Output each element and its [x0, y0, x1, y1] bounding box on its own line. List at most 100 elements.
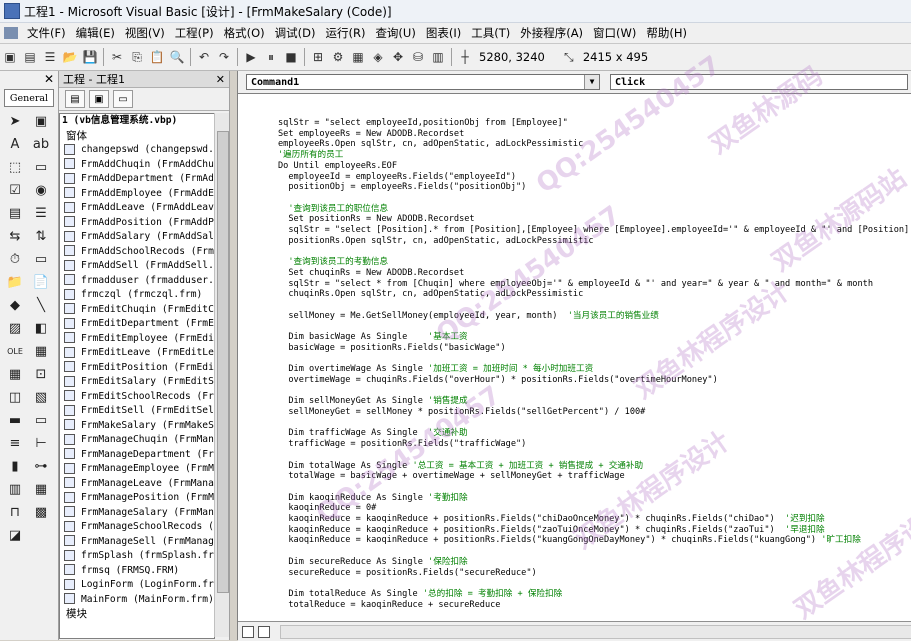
tree-form-item[interactable]: changepswd (changepswd.f	[60, 143, 214, 158]
menu-diagram[interactable]: 图表(I)	[421, 25, 466, 41]
tree-form-item[interactable]: FrmAddPosition (FrmAddPo	[60, 216, 214, 231]
tree-form-item[interactable]: FrmManageLeave (FrmManag	[60, 477, 214, 492]
tree-form-item[interactable]: FrmAddSell (FrmAddSell.f	[60, 259, 214, 274]
code-window-icon[interactable]	[4, 27, 18, 39]
slider-icon[interactable]: ⊶	[30, 456, 52, 476]
dirlist-icon[interactable]: 📁	[4, 272, 26, 292]
listview-icon[interactable]: ≡	[4, 433, 26, 453]
object-combo[interactable]: Command1 ▼	[246, 74, 600, 90]
end-icon[interactable]: ■	[282, 48, 300, 66]
tree-form-item[interactable]: FrmManageDepartment (Frm	[60, 448, 214, 463]
menu-format[interactable]: 格式(O)	[219, 25, 270, 41]
tree-form-item[interactable]: FrmEditDepartment (FrmEd	[60, 317, 214, 332]
paste-icon[interactable]: 📋	[148, 48, 166, 66]
ole-icon[interactable]: OLE	[4, 341, 26, 361]
view-code-icon[interactable]: ▤	[65, 90, 85, 108]
modules-folder[interactable]: 模块	[60, 607, 214, 622]
tree-form-item[interactable]: FrmManageSchoolRecods (F	[60, 520, 214, 535]
redo-icon[interactable]: ↷	[215, 48, 233, 66]
forms-folder[interactable]: 窗体	[60, 129, 214, 144]
toolbox-icon[interactable]: ✥	[389, 48, 407, 66]
project-root[interactable]: 1 (vb信息管理系统.vbp)	[60, 114, 214, 129]
status-icon[interactable]: ▭	[30, 410, 52, 430]
tree-form-item[interactable]: FrmEditChuqin (FrmEditCh	[60, 303, 214, 318]
procedure-view-icon[interactable]	[242, 625, 254, 638]
tree-form-item[interactable]: FrmAddLeave (FrmAddLeave	[60, 201, 214, 216]
data-icon[interactable]: ◧	[30, 318, 52, 338]
tree-form-item[interactable]: FrmAddSalary (FrmAddSala	[60, 230, 214, 245]
datagrid-icon[interactable]: ▦	[30, 479, 52, 499]
tree-form-item[interactable]: FrmEditSchoolRecods (Frm	[60, 390, 214, 405]
tree-form-item[interactable]: FrmEditLeave (FrmEditLea	[60, 346, 214, 361]
full-module-view-icon[interactable]	[257, 625, 270, 638]
tree-form-item[interactable]: FrmManageChuqin (FrmMana	[60, 433, 214, 448]
code-editor[interactable]: sqlStr = "select employeeId,positionObj …	[238, 93, 911, 621]
progress-icon[interactable]: ▮	[4, 456, 26, 476]
commandbutton-icon[interactable]: ▭	[30, 157, 52, 177]
cut-icon[interactable]: ✂	[108, 48, 126, 66]
picturebox-icon[interactable]: ▣	[30, 111, 52, 131]
menu-editor-icon[interactable]: ☰	[41, 48, 59, 66]
add-project-icon[interactable]: ▣	[1, 48, 19, 66]
label-icon[interactable]: A	[4, 134, 26, 154]
drivelist-icon[interactable]: ▭	[30, 249, 52, 269]
combobox-icon[interactable]: ▤	[4, 203, 26, 223]
tabstrip-icon[interactable]: ⊓	[4, 502, 26, 522]
flexgrid-icon[interactable]: ▥	[4, 479, 26, 499]
tree-form-item[interactable]: FrmManageSalary (FrmMana	[60, 506, 214, 521]
tree-form-item[interactable]: FrmManageSell (FrmManage	[60, 535, 214, 550]
tree-form-item[interactable]: FrmEditPosition (FrmEdit	[60, 361, 214, 376]
hscrollbar-icon[interactable]: ⇆	[4, 226, 26, 246]
chart-icon[interactable]: ◫	[4, 387, 26, 407]
undo-icon[interactable]: ↶	[195, 48, 213, 66]
image-icon[interactable]: ▨	[4, 318, 26, 338]
menu-file[interactable]: 文件(F)	[22, 25, 71, 41]
tree-form-item[interactable]: FrmEditSalary (FrmEditSa	[60, 375, 214, 390]
vscrollbar-icon[interactable]: ⇅	[30, 226, 52, 246]
optionbutton-icon[interactable]: ◉	[30, 180, 52, 200]
menu-project[interactable]: 工程(P)	[170, 25, 219, 41]
menu-tools[interactable]: 工具(T)	[466, 25, 515, 41]
close-icon[interactable]: ✕	[216, 73, 225, 86]
tree-form-item[interactable]: MainForm (MainForm.frm)	[60, 593, 214, 608]
find-icon[interactable]: 🔍	[168, 48, 186, 66]
menu-addins[interactable]: 外接程序(A)	[515, 25, 588, 41]
tree-form-item[interactable]: FrmManagePosition (FrmMa	[60, 491, 214, 506]
listbox-icon[interactable]: ☰	[30, 203, 52, 223]
menu-run[interactable]: 运行(R)	[320, 25, 370, 41]
checkbox-icon[interactable]: ☑	[4, 180, 26, 200]
imagelist-icon[interactable]: ▩	[30, 502, 52, 522]
component-manager-icon[interactable]: ▥	[429, 48, 447, 66]
frame-icon[interactable]: ⬚	[4, 157, 26, 177]
tree-form-item[interactable]: FrmAddEmployee (FrmAddEm	[60, 187, 214, 202]
filelist-icon[interactable]: 📄	[30, 272, 52, 292]
tree-form-item[interactable]: FrmAddDepartment (FrmAdd	[60, 172, 214, 187]
object-browser-icon[interactable]: ◈	[369, 48, 387, 66]
form-layout-icon[interactable]: ▦	[349, 48, 367, 66]
tree-form-item[interactable]: LoginForm (LoginForm.frm	[60, 578, 214, 593]
scrollbar-thumb[interactable]	[217, 131, 229, 593]
break-icon[interactable]: ⏸	[262, 48, 280, 66]
tree-form-item[interactable]: FrmEditSell (FrmEditSell	[60, 404, 214, 419]
line-icon[interactable]: ╲	[30, 295, 52, 315]
start-icon[interactable]: ▶	[242, 48, 260, 66]
menu-edit[interactable]: 编辑(E)	[71, 25, 120, 41]
chevron-down-icon[interactable]: ▼	[584, 75, 599, 89]
tree-form-item[interactable]: frmadduser (frmadduser.f	[60, 274, 214, 289]
menu-query[interactable]: 查询(U)	[370, 25, 420, 41]
textbox-icon[interactable]: ab	[30, 134, 52, 154]
properties-icon[interactable]: ⚙	[329, 48, 347, 66]
tree-form-item[interactable]: frmsq (FRMSQ.FRM)	[60, 564, 214, 579]
common-dialog-icon[interactable]: ◪	[4, 525, 26, 545]
view-object-icon[interactable]: ▣	[89, 90, 109, 108]
save-icon[interactable]: 💾	[81, 48, 99, 66]
toolbox-tab-general[interactable]: General	[4, 89, 54, 107]
menu-view[interactable]: 视图(V)	[120, 25, 170, 41]
copy-icon[interactable]: ⎘	[128, 48, 146, 66]
tree-form-item[interactable]: FrmManageEmployee (FrmMa	[60, 462, 214, 477]
calendar-icon[interactable]: ▦	[30, 341, 52, 361]
data-view-icon[interactable]: ⛁	[409, 48, 427, 66]
toggle-folders-icon[interactable]: ▭	[113, 90, 133, 108]
treeview-icon[interactable]: ⊢	[30, 433, 52, 453]
project-tree-scrollbar[interactable]	[214, 113, 229, 637]
